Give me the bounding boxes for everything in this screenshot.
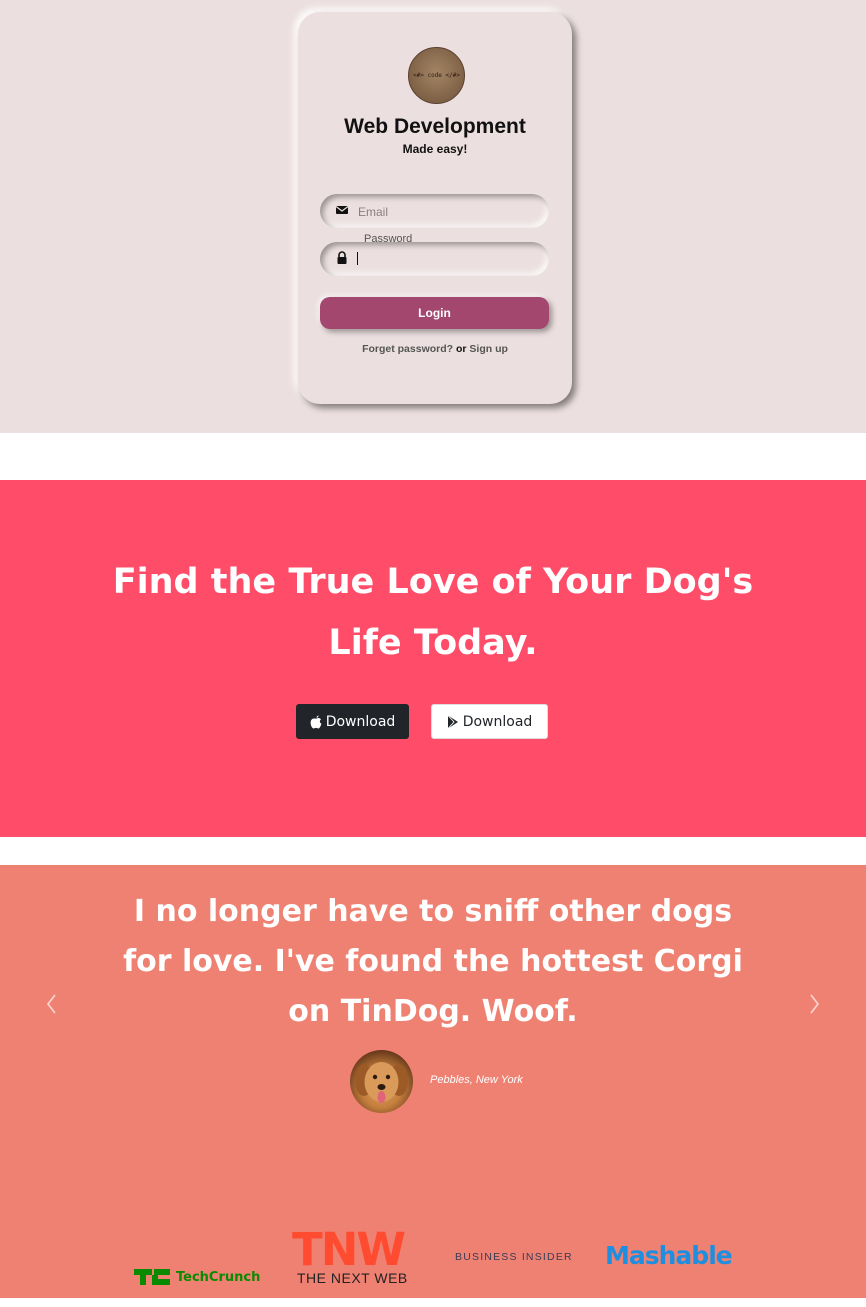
apple-download-button[interactable]: Download [296, 704, 409, 739]
play-store-download-button[interactable]: Download [431, 704, 548, 739]
apple-download-label: Download [325, 713, 396, 730]
dog-face-image [355, 1062, 408, 1103]
logo: <#> code </#> [408, 47, 465, 104]
card-title: Web Development [344, 115, 526, 138]
lock-icon [337, 251, 347, 264]
dog-avatar [350, 1050, 413, 1113]
mashable-logo: Mashable [605, 1241, 733, 1270]
login-button[interactable]: Login [320, 297, 549, 329]
techcrunch-mark-icon [134, 1269, 170, 1285]
card-subtitle: Made easy! [402, 142, 468, 156]
play-store-icon [447, 714, 458, 729]
forgot-password-link[interactable]: Forget password? [362, 343, 453, 355]
cta-title: Find the True Love of Your Dog's Life To… [112, 562, 754, 663]
chevron-right-icon[interactable] [806, 993, 822, 1015]
testimonial-section: I no longer have to sniff other dogs for… [0, 865, 866, 1298]
email-field [320, 194, 549, 228]
testimonial-caption: Pebbles, New York [430, 1074, 523, 1086]
email-input[interactable] [356, 200, 540, 224]
tnw-subtitle: THE NEXT WEB [297, 1270, 408, 1286]
sign-up-link[interactable]: Sign up [469, 343, 508, 355]
logo-text: <#> code </#> [413, 72, 460, 79]
apple-icon [310, 715, 322, 728]
techcrunch-logo: TechCrunch [134, 1247, 260, 1307]
envelope-icon [336, 206, 348, 214]
or-text: or [456, 343, 467, 355]
password-input[interactable] [356, 248, 540, 272]
password-field [320, 242, 549, 276]
login-section: <#> code </#> Web Development Made easy!… [0, 0, 866, 433]
play-store-download-label: Download [462, 713, 533, 730]
auth-links: Forget password? or Sign up [298, 343, 572, 355]
login-card: <#> code </#> Web Development Made easy!… [298, 12, 572, 404]
text-caret [357, 252, 358, 265]
testimonial-quote: I no longer have to sniff other dogs for… [123, 894, 743, 1029]
cta-section: Find the True Love of Your Dog's Life To… [0, 480, 866, 837]
tnw-logo: TNW [292, 1223, 406, 1276]
techcrunch-text: TechCrunch [176, 1269, 261, 1285]
chevron-left-icon[interactable] [44, 993, 60, 1015]
business-insider-logo: BUSINESS INSIDER [455, 1251, 573, 1263]
